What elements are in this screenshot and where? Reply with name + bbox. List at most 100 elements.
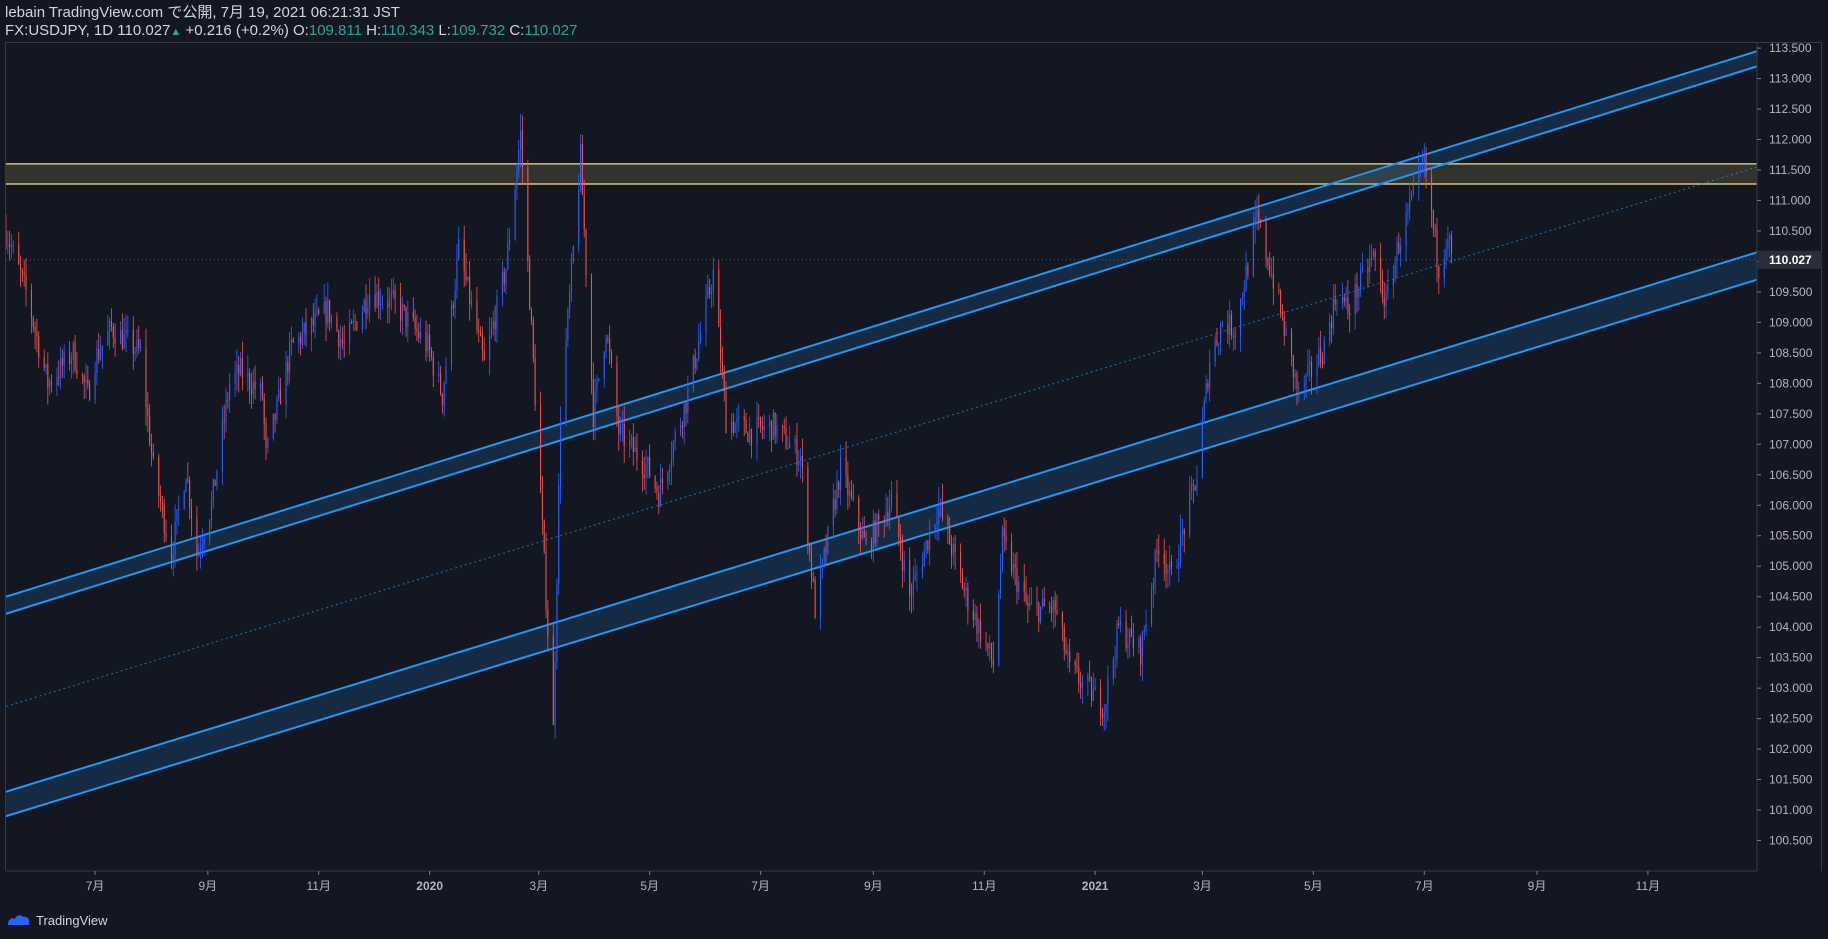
- candle-body: [1216, 339, 1218, 346]
- candle-body: [20, 264, 22, 271]
- candle-body: [632, 437, 634, 453]
- candle-body: [478, 331, 480, 333]
- time-tick-label: 9月: [864, 879, 883, 893]
- price-chart[interactable]: 100.500 101.000 101.500 102.000 102.500 103.0…: [0, 0, 1828, 939]
- candle-body: [950, 544, 953, 556]
- resistance-zone[interactable]: [6, 163, 1757, 185]
- candle-body: [1158, 551, 1160, 554]
- left-border: [5, 42, 6, 871]
- candle-body: [1218, 343, 1220, 346]
- candle-body: [425, 331, 427, 352]
- price-tick-label: 106.000: [1769, 498, 1813, 512]
- candle-body: [1132, 636, 1134, 648]
- candle-body: [1229, 314, 1231, 335]
- candle-body: [420, 331, 422, 339]
- candle-body: [261, 383, 263, 398]
- candle-body: [1101, 715, 1103, 719]
- footer-brand[interactable]: TradingView: [6, 908, 108, 932]
- candle-body: [1063, 626, 1065, 651]
- candle-body: [1030, 601, 1033, 604]
- candle-body: [318, 309, 320, 314]
- time-tick-label: 11月: [972, 879, 996, 893]
- candle-body: [229, 383, 231, 400]
- candle-body: [872, 520, 874, 551]
- candle-body: [354, 320, 356, 323]
- candle-body: [985, 641, 987, 643]
- candle-body: [1450, 235, 1453, 254]
- candle-body: [260, 383, 262, 389]
- candle-body: [147, 407, 149, 416]
- candle-body: [418, 331, 420, 339]
- candle-body: [1321, 361, 1323, 364]
- candle-body: [903, 559, 905, 572]
- candle-body: [823, 548, 825, 560]
- candle-body: [81, 375, 83, 377]
- candle-body: [989, 643, 991, 649]
- candle-body: [298, 336, 300, 343]
- top-border: [5, 42, 1821, 43]
- candle-body: [1141, 631, 1143, 665]
- candle-body: [1207, 383, 1209, 389]
- candle-body: [301, 332, 303, 345]
- candle-body: [580, 144, 582, 190]
- candle-body: [572, 246, 574, 261]
- candle-body: [85, 379, 87, 383]
- candle-body: [929, 532, 931, 551]
- candle-body: [503, 271, 505, 284]
- candle-body: [1298, 386, 1300, 389]
- candle-body: [629, 439, 631, 447]
- candle-body: [323, 301, 325, 314]
- candle-body: [683, 403, 685, 428]
- candle-body: [858, 497, 860, 529]
- candle-body: [1005, 536, 1007, 543]
- candle-body: [832, 498, 834, 527]
- candle-body: [210, 501, 213, 521]
- candle-body: [514, 188, 516, 240]
- candle-body: [278, 389, 280, 399]
- candle-body: [1394, 262, 1396, 280]
- candle-body: [1330, 322, 1333, 329]
- candle-body: [636, 447, 638, 461]
- candle-body: [685, 403, 687, 413]
- price-tick-label: 105.000: [1769, 559, 1813, 573]
- candle-body: [1209, 362, 1211, 389]
- candle-body: [518, 150, 520, 171]
- candle-body: [1354, 283, 1356, 315]
- candle-body: [1100, 686, 1102, 716]
- candle-body: [992, 659, 994, 666]
- candle-body: [1114, 659, 1116, 661]
- candle-body: [1154, 550, 1156, 583]
- candle-body: [1341, 297, 1343, 304]
- candle-body: [1181, 529, 1183, 532]
- candle-body: [863, 531, 865, 538]
- candle-body: [172, 555, 174, 562]
- candle-body: [672, 442, 674, 460]
- candle-body: [1247, 265, 1249, 276]
- candle-body: [1345, 297, 1347, 302]
- candle-body: [1190, 484, 1193, 492]
- candle-body: [1040, 606, 1042, 623]
- candle-body: [809, 545, 811, 551]
- candle-body: [32, 318, 34, 327]
- candle-body: [87, 379, 89, 385]
- candle-body: [1087, 676, 1089, 681]
- candle-body: [1118, 623, 1120, 626]
- candle-body: [743, 416, 745, 420]
- candle-body: [314, 312, 316, 325]
- candle-body: [941, 501, 943, 518]
- candle-body: [367, 308, 369, 314]
- time-tick-label: 3月: [1193, 879, 1212, 893]
- candle-body: [1183, 529, 1185, 535]
- candle-body: [1258, 209, 1260, 222]
- candle-body: [1038, 603, 1040, 623]
- price-tick-label: 101.500: [1769, 773, 1813, 787]
- candle-body: [416, 328, 418, 332]
- zone-fill[interactable]: [6, 163, 1757, 185]
- candle-body: [414, 317, 416, 329]
- candle-body: [432, 357, 434, 376]
- candle-body: [350, 322, 353, 324]
- candle-body: [723, 371, 725, 392]
- price-tick-label: 109.500: [1769, 285, 1813, 299]
- price-tick-label: 102.500: [1769, 712, 1813, 726]
- candle-body: [338, 331, 340, 348]
